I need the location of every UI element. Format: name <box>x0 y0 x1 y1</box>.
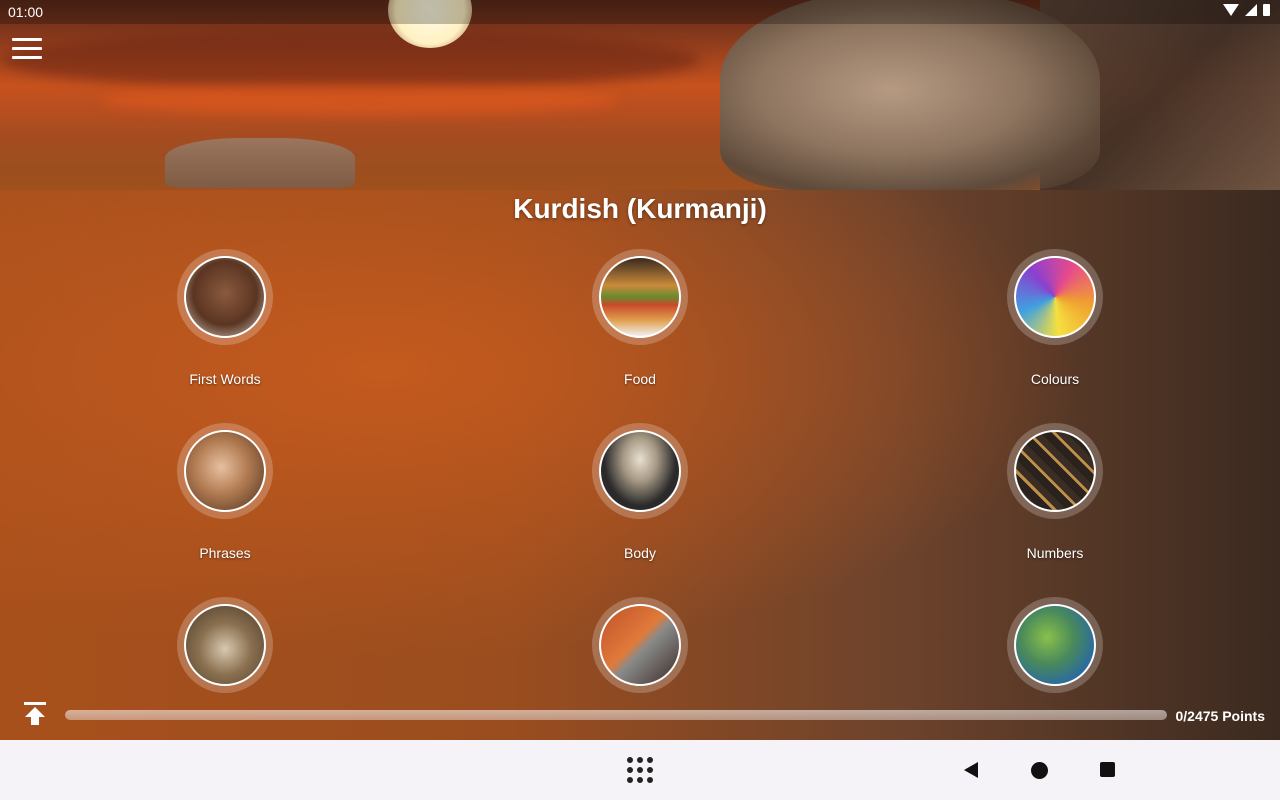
points-progress-bar <box>65 710 1167 720</box>
app-screen: 01:00 Kurdish (Kurmanji) First Words Foo… <box>0 0 1280 740</box>
signal-icon <box>1245 4 1257 16</box>
apps-grid-icon[interactable] <box>627 757 653 783</box>
status-icons <box>1223 4 1270 16</box>
skeleton-photo-icon <box>599 430 681 512</box>
wifi-icon <box>1223 4 1239 16</box>
category-body[interactable]: Body <box>520 423 760 561</box>
stone-image <box>165 138 355 188</box>
category-ring <box>1007 423 1103 519</box>
system-nav-bar <box>0 740 1280 800</box>
category-ring <box>592 423 688 519</box>
category-first-words[interactable]: First Words <box>105 249 345 387</box>
back-triangle-icon[interactable] <box>964 762 978 778</box>
status-bar: 01:00 <box>0 0 1280 24</box>
shopping-cart-photo-icon <box>599 604 681 686</box>
category-label: Food <box>624 371 656 387</box>
category-ring <box>177 249 273 345</box>
category-ring <box>592 249 688 345</box>
world-map-photo-icon <box>1014 604 1096 686</box>
category-ring <box>177 423 273 519</box>
recents-square-icon[interactable] <box>1100 762 1115 777</box>
points-label: 0/2475 Points <box>1175 708 1266 724</box>
color-powder-photo-icon <box>1014 256 1096 338</box>
category-label: Body <box>624 545 656 561</box>
progress-row: 0/2475 Points <box>0 700 1280 730</box>
number-blocks-photo-icon <box>1014 430 1096 512</box>
cloud-shape <box>0 30 700 90</box>
category-phrases[interactable]: Phrases <box>105 423 345 561</box>
category-ring <box>1007 249 1103 345</box>
category-ring <box>1007 597 1103 693</box>
page-title: Kurdish (Kurmanji) <box>513 193 767 224</box>
alarm-clock-photo-icon <box>184 604 266 686</box>
category-label: First Words <box>189 371 261 387</box>
hero-banner <box>0 0 1280 190</box>
child-face-photo-icon <box>184 256 266 338</box>
category-ring <box>177 597 273 693</box>
category-food[interactable]: Food <box>520 249 760 387</box>
category-colours[interactable]: Colours <box>935 249 1175 387</box>
category-label: Phrases <box>199 545 251 561</box>
battery-icon <box>1263 4 1270 16</box>
cloud-shape <box>100 85 620 115</box>
status-time: 01:00 <box>8 4 44 20</box>
smiling-woman-photo-icon <box>184 430 266 512</box>
category-label: Colours <box>1030 371 1080 387</box>
burger-photo-icon <box>599 256 681 338</box>
category-label: Numbers <box>1026 545 1084 561</box>
category-ring <box>592 597 688 693</box>
statue-head-image <box>720 0 1100 190</box>
scroll-to-top-icon[interactable] <box>24 702 46 726</box>
category-numbers[interactable]: Numbers <box>935 423 1175 561</box>
home-circle-icon[interactable] <box>1031 762 1048 779</box>
hamburger-menu-icon[interactable] <box>12 38 42 62</box>
